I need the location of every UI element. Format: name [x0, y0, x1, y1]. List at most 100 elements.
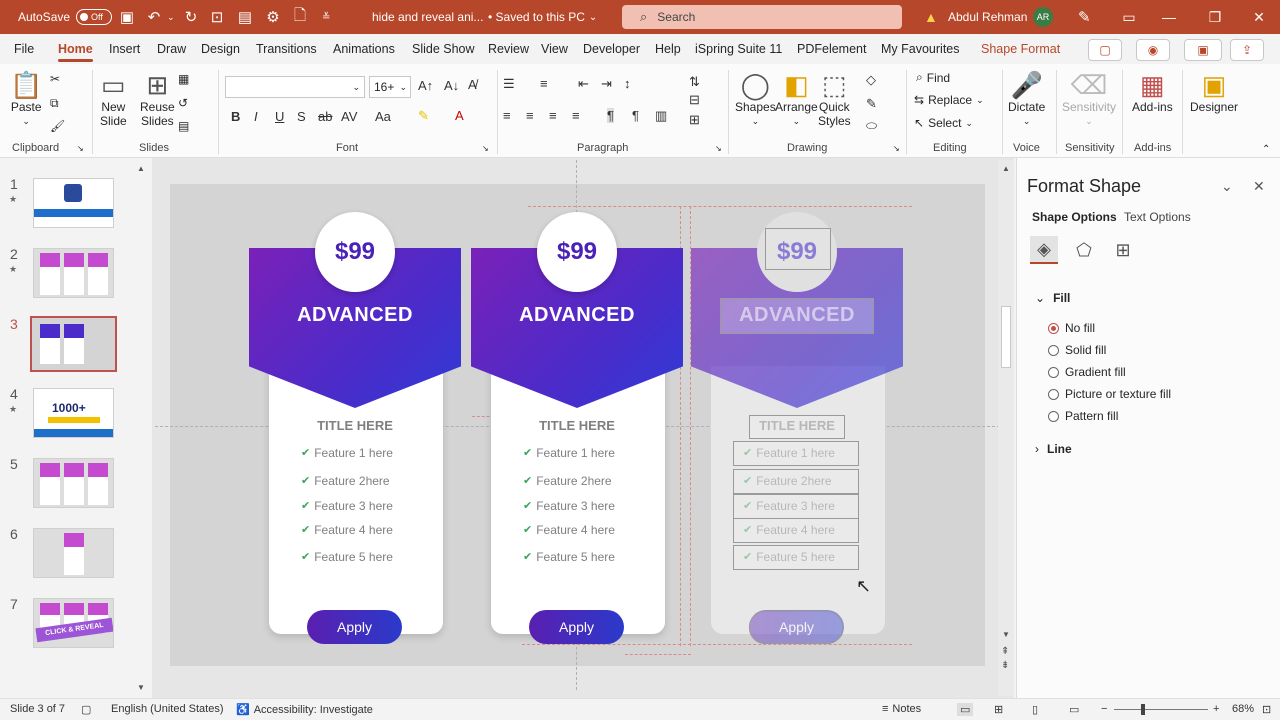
radio-pattern-fill[interactable]: Pattern fill [1048, 409, 1118, 423]
editor-scrollbar[interactable]: ▲ ▼ ⇞ ⇟ [998, 160, 1014, 696]
pane-options-icon[interactable]: ⌄ [1221, 178, 1233, 195]
save-status[interactable]: • Saved to this PC ⌄ [488, 0, 597, 34]
share-icon[interactable]: ⇪ [1230, 39, 1264, 61]
replace-button[interactable]: ⇆ Replace ⌄ [914, 93, 984, 107]
warning-icon[interactable]: ▲ [924, 0, 938, 34]
scroll-thumb[interactable] [1001, 306, 1011, 368]
minimize-button[interactable]: — [1146, 0, 1192, 34]
numbering-icon[interactable]: ≡ [540, 76, 548, 91]
clipboard-launcher-icon[interactable]: ↘ [77, 144, 84, 153]
close-pane-icon[interactable]: ✕ [1253, 178, 1265, 195]
increase-font-icon[interactable]: A↑ [418, 78, 433, 93]
fit-slide-icon[interactable]: ⊡ [1262, 703, 1271, 716]
find-button[interactable]: ⌕ Find [916, 70, 950, 85]
apply-button[interactable]: Apply [529, 610, 624, 644]
radio-picture-fill[interactable]: Picture or texture fill [1048, 387, 1171, 401]
tab-view[interactable]: View [541, 34, 568, 64]
normal-view-icon[interactable]: ▭ [957, 703, 974, 716]
italic-icon[interactable]: I [254, 109, 258, 124]
tab-review[interactable]: Review [488, 34, 529, 64]
start-from-beginning-icon[interactable]: ▤ [236, 0, 254, 34]
shape-outline-icon[interactable]: ✎ [866, 96, 877, 112]
zoom-level[interactable]: 68% [1232, 703, 1254, 715]
zoom-slider-thumb[interactable] [1141, 704, 1145, 715]
bullets-icon[interactable]: ☰ [503, 76, 515, 92]
search-box[interactable]: ⌕ Search [622, 5, 902, 29]
font-color-icon[interactable]: A [455, 108, 464, 123]
shape-effects-icon[interactable]: ⬭ [866, 118, 877, 134]
strikethrough-icon[interactable]: ab [318, 109, 332, 124]
slide-thumbnail-2[interactable] [33, 248, 114, 298]
pen-icon[interactable]: ✎ [1078, 0, 1091, 34]
tab-developer[interactable]: Developer [583, 34, 640, 64]
font-launcher-icon[interactable]: ↘ [482, 144, 489, 153]
section-icon[interactable]: ▤ [178, 119, 189, 133]
decrease-font-icon[interactable]: A↓ [444, 78, 459, 93]
font-name-input[interactable]: ⌄ [225, 76, 365, 98]
line-section-header[interactable]: › Line [1035, 442, 1072, 456]
character-spacing-icon[interactable]: AV [341, 109, 357, 124]
undo-icon[interactable]: ↶ [145, 0, 163, 34]
next-slide-icon[interactable]: ⇟ [1001, 660, 1009, 671]
size-properties-icon[interactable]: ⊞ [1109, 236, 1137, 264]
reset-icon[interactable]: ↺ [178, 96, 188, 110]
tab-my-favourites[interactable]: My Favourites [881, 34, 960, 64]
open-icon[interactable]: 🗋 [291, 0, 309, 34]
change-case-icon[interactable]: Aa [375, 109, 391, 124]
rtl-icon[interactable]: ¶ [607, 108, 614, 123]
ltr-icon[interactable]: ¶ [632, 108, 639, 123]
layout-icon[interactable]: ▦ [178, 72, 189, 86]
align-left-icon[interactable]: ≡ [503, 108, 511, 123]
highlight-icon[interactable]: ✎ [418, 108, 429, 124]
align-right-icon[interactable]: ≡ [549, 108, 557, 123]
cut-icon[interactable]: ✂ [50, 72, 60, 86]
prev-slide-icon[interactable]: ⇞ [1001, 646, 1009, 657]
radio-no-fill[interactable]: No fill [1048, 321, 1095, 335]
apply-button[interactable]: Apply [307, 610, 402, 644]
reuse-slides-button[interactable]: ⊞ Reuse Slides [140, 70, 175, 128]
designer-button[interactable]: ▣ Designer [1190, 70, 1238, 114]
align-center-icon[interactable]: ≡ [526, 108, 534, 123]
shape-fill-icon[interactable]: ◇ [866, 72, 876, 88]
paste-button[interactable]: 📋 Paste ⌄ [10, 70, 42, 128]
zoom-out-icon[interactable]: − [1101, 703, 1107, 715]
slide-thumbnail-4[interactable]: 1000+ [33, 388, 114, 438]
notes-button[interactable]: ≡ Notes [882, 703, 921, 715]
record-icon[interactable]: ◉ [1136, 39, 1170, 61]
arrange-button[interactable]: ◧ Arrange ⌄ [775, 70, 818, 128]
fill-section-header[interactable]: ⌄ Fill [1035, 291, 1070, 305]
increase-indent-icon[interactable]: ⇥ [601, 76, 612, 92]
tab-draw[interactable]: Draw [157, 34, 186, 64]
save-icon[interactable]: ▣ [118, 0, 136, 34]
zoom-slider[interactable] [1114, 709, 1208, 710]
tab-slide-show[interactable]: Slide Show [412, 34, 475, 64]
slide-thumbnail-3[interactable] [30, 316, 117, 372]
shadow-icon[interactable]: S [297, 109, 306, 124]
maximize-button[interactable]: ❐ [1192, 0, 1238, 34]
tab-shape-options[interactable]: Shape Options [1032, 210, 1117, 224]
spell-check-icon[interactable]: ▢ [81, 703, 91, 716]
underline-icon[interactable]: U [275, 109, 284, 124]
tab-text-options[interactable]: Text Options [1124, 210, 1191, 224]
slide-thumbnail-7[interactable]: CLICK & REVEAL [33, 598, 114, 648]
collapse-ribbon-icon[interactable]: ⌃ [1262, 144, 1270, 155]
zoom-in-icon[interactable]: + [1213, 703, 1219, 715]
slide-sorter-icon[interactable]: ⊞ [994, 703, 1003, 716]
language[interactable]: English (United States) [111, 703, 224, 715]
user-avatar[interactable]: AR [1033, 0, 1053, 34]
shapes-button[interactable]: ◯ Shapes ⌄ [735, 70, 776, 128]
comments-icon[interactable]: ▢ [1088, 39, 1122, 61]
tab-animations[interactable]: Animations [333, 34, 395, 64]
redo-icon[interactable]: ↻ [182, 0, 200, 34]
user-name[interactable]: Abdul Rehman [948, 0, 1027, 34]
select-button[interactable]: ↖ Select ⌄ [914, 116, 973, 130]
tab-design[interactable]: Design [201, 34, 240, 64]
autosave-toggle[interactable]: Off [76, 9, 113, 25]
new-slide-button[interactable]: ▭ New Slide [100, 70, 127, 128]
tab-transitions[interactable]: Transitions [256, 34, 317, 64]
text-direction-icon[interactable]: ⇅ [689, 74, 700, 90]
tab-help[interactable]: Help [655, 34, 681, 64]
customize-qat-icon[interactable]: ≚ [322, 0, 330, 34]
undo-dropdown-icon[interactable]: ⌄ [167, 0, 175, 34]
paragraph-launcher-icon[interactable]: ↘ [715, 144, 722, 153]
